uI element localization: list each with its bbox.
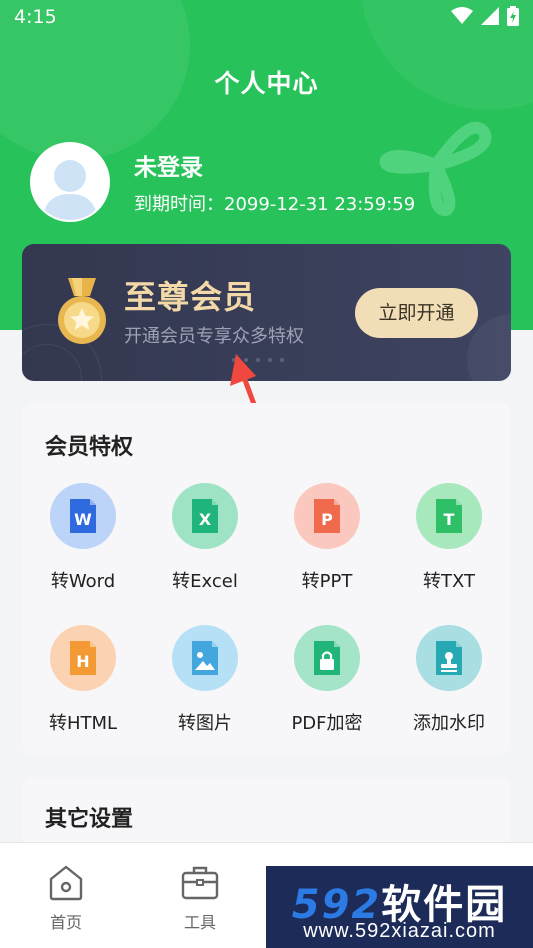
tab-tools[interactable]: 工具	[160, 863, 240, 933]
privilege-item-html[interactable]: H 转HTML	[22, 625, 144, 735]
vip-subtitle: 开通会员专享众多特权	[124, 326, 304, 347]
privilege-label: 转Excel	[172, 571, 238, 592]
privilege-label: 转Word	[50, 571, 116, 592]
tab-home[interactable]: 首页	[26, 863, 106, 933]
privilege-item-excel[interactable]: X 转Excel	[144, 483, 266, 593]
privilege-item-watermark[interactable]: 添加水印	[388, 625, 510, 735]
watermark-url: www.592xiazai.com	[303, 920, 496, 942]
privilege-label: 添加水印	[413, 713, 485, 734]
user-name[interactable]: 未登录	[134, 148, 203, 182]
privilege-item-txt[interactable]: T 转TXT	[388, 483, 510, 593]
tab-home-label: 首页	[49, 913, 82, 932]
site-watermark-logo: 592软件园 www.592xiazai.com	[266, 866, 533, 948]
excel-file-icon: X	[172, 483, 238, 549]
medal-icon	[58, 278, 106, 344]
stamp-file-icon	[416, 625, 482, 691]
home-icon	[49, 865, 83, 901]
wifi-icon	[451, 7, 473, 24]
word-file-icon: W	[50, 483, 116, 549]
privilege-label: 转TXT	[422, 571, 475, 592]
page-title: 个人中心	[214, 69, 319, 98]
svg-text:P: P	[321, 510, 333, 529]
privilege-label: 转HTML	[48, 713, 118, 734]
signal-icon	[481, 7, 499, 25]
decorative-knot-icon	[379, 121, 492, 216]
status-icons	[451, 6, 519, 26]
status-time: 4:15	[14, 6, 57, 28]
ppt-file-icon: P	[294, 483, 360, 549]
txt-file-icon: T	[416, 483, 482, 549]
briefcase-icon	[181, 866, 219, 900]
avatar[interactable]	[30, 142, 110, 222]
activate-vip-button[interactable]: 立即开通	[355, 288, 478, 338]
html-file-icon: H	[50, 625, 116, 691]
svg-text:W: W	[74, 510, 92, 529]
other-settings-title: 其它设置	[45, 807, 134, 832]
privilege-item-pdf-encrypt[interactable]: PDF加密	[266, 625, 388, 735]
privileges-panel: 会员特权 W 转Word X 转Excel P 转PPT T 转TXT H 转H…	[22, 403, 511, 755]
privilege-label: 转图片	[178, 713, 232, 734]
svg-text:T: T	[444, 510, 455, 529]
status-bar: 4:15	[0, 0, 533, 36]
privilege-label: 转PPT	[301, 571, 353, 592]
privileges-title: 会员特权	[45, 435, 134, 460]
lock-file-icon	[294, 625, 360, 691]
privilege-item-image[interactable]: 转图片	[144, 625, 266, 735]
battery-icon	[507, 6, 519, 26]
svg-text:X: X	[199, 510, 212, 529]
privilege-item-word[interactable]: W 转Word	[22, 483, 144, 593]
privilege-item-ppt[interactable]: P 转PPT	[266, 483, 388, 593]
svg-text:H: H	[76, 652, 89, 671]
vip-title: 至尊会员	[124, 278, 257, 316]
privilege-label: PDF加密	[291, 713, 363, 734]
tab-tools-label: 工具	[183, 913, 216, 932]
image-file-icon	[172, 625, 238, 691]
expire-time: 到期时间：2099-12-31 23:59:59	[134, 194, 416, 215]
